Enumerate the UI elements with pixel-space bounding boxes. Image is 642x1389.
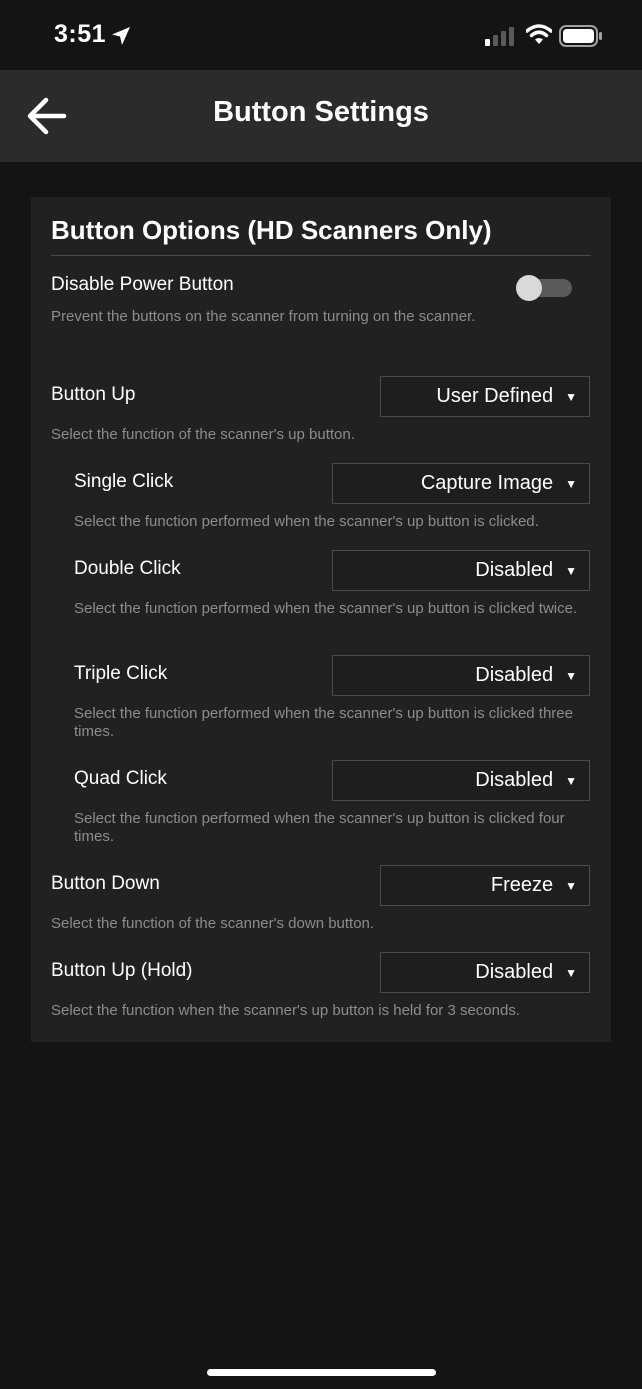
button-down-label: Button Down — [51, 873, 160, 894]
wifi-icon — [525, 24, 553, 51]
select-value: Disabled — [475, 664, 554, 686]
dropdown-arrow-icon: ▼ — [565, 965, 577, 980]
cellular-signal-icon — [485, 26, 517, 51]
button-up-hold-select[interactable]: Disabled ▼ — [380, 952, 590, 993]
button-up-description: Select the function of the scanner's up … — [51, 426, 355, 443]
quad-click-description: Select the function performed when the s… — [74, 810, 565, 845]
quad-click-select[interactable]: Disabled ▼ — [332, 760, 590, 801]
quad-click-label: Quad Click — [74, 768, 167, 789]
location-arrow-icon — [110, 25, 132, 52]
home-indicator[interactable] — [207, 1369, 436, 1376]
button-up-hold-label: Button Up (Hold) — [51, 960, 193, 981]
double-click-select[interactable]: Disabled ▼ — [332, 550, 590, 591]
button-up-select[interactable]: User Defined ▼ — [380, 376, 590, 417]
status-bar: 3:51 — [0, 0, 642, 70]
card-divider — [51, 255, 591, 256]
navigation-bar: Button Settings — [0, 70, 642, 162]
double-click-label: Double Click — [74, 558, 181, 579]
triple-click-label: Triple Click — [74, 663, 168, 684]
select-value: Disabled — [475, 559, 554, 581]
disable-power-description: Prevent the buttons on the scanner from … — [51, 308, 476, 325]
single-click-label: Single Click — [74, 471, 174, 492]
triple-click-select[interactable]: Disabled ▼ — [332, 655, 590, 696]
button-options-card: Button Options (HD Scanners Only) Disabl… — [31, 197, 611, 1042]
dropdown-arrow-icon: ▼ — [565, 563, 577, 578]
button-down-description: Select the function of the scanner's dow… — [51, 915, 375, 932]
card-title: Button Options (HD Scanners Only) — [51, 215, 492, 245]
disable-power-label: Disable Power Button — [51, 274, 234, 295]
page-title: Button Settings — [213, 96, 429, 128]
select-value: Freeze — [490, 874, 554, 896]
dropdown-arrow-icon: ▼ — [565, 476, 577, 491]
dropdown-arrow-icon: ▼ — [565, 668, 577, 683]
button-down-select[interactable]: Freeze ▼ — [380, 865, 590, 906]
button-up-hold-description: Select the function when the scanner's u… — [51, 1002, 520, 1019]
select-value: Disabled — [475, 769, 554, 791]
dropdown-arrow-icon: ▼ — [565, 878, 577, 893]
select-value: Capture Image — [420, 472, 554, 494]
triple-click-description: Select the function performed when the s… — [74, 705, 573, 740]
single-click-select[interactable]: Capture Image ▼ — [332, 463, 590, 504]
battery-icon — [559, 25, 603, 52]
select-value: Disabled — [475, 961, 554, 983]
select-value: User Defined — [436, 385, 554, 407]
toggle-knob — [516, 275, 542, 301]
dropdown-arrow-icon: ▼ — [565, 389, 577, 404]
disable-power-toggle[interactable] — [516, 275, 574, 301]
button-up-label: Button Up — [51, 384, 136, 405]
single-click-description: Select the function performed when the s… — [74, 513, 539, 530]
double-click-description: Select the function performed when the s… — [74, 600, 578, 617]
dropdown-arrow-icon: ▼ — [565, 773, 577, 788]
status-time: 3:51 — [54, 20, 107, 48]
